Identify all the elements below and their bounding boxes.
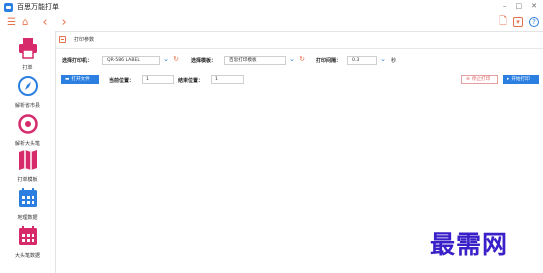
printer-label: 选择打印机： bbox=[62, 58, 93, 64]
template-select[interactable]: 百思打印模板 ⌄ ↻ bbox=[224, 56, 305, 65]
home-icon[interactable]: ⌂ bbox=[22, 17, 28, 28]
help-icon[interactable]: ? bbox=[529, 17, 539, 27]
interval-value: 0.3 bbox=[352, 58, 360, 63]
open-file-button[interactable]: ▬ 打开文件 bbox=[61, 75, 99, 84]
sidebar-item-label: 解析省市县 bbox=[14, 103, 40, 109]
sidebar-item-label: 地理数据 bbox=[17, 215, 38, 221]
end-position-label: 结束位置： bbox=[178, 78, 204, 84]
current-position-label: 当前位置： bbox=[109, 78, 135, 84]
panel-header: 打印参数 bbox=[59, 36, 94, 43]
watermark-text: 最需网 bbox=[430, 230, 509, 259]
stop-print-button[interactable]: ⊖ 停止打印 bbox=[461, 75, 498, 84]
sidebar-item-label: 打单模板 bbox=[17, 177, 38, 183]
sidebar-divider bbox=[55, 31, 56, 273]
refresh-icon[interactable]: ↻ bbox=[299, 56, 305, 63]
map-icon bbox=[18, 150, 37, 170]
printer-select[interactable]: QR-586 LABEL ⌄ ↻ bbox=[102, 56, 179, 65]
open-file-label: 打开文件 bbox=[71, 77, 90, 82]
current-position-input[interactable]: 1 bbox=[142, 75, 174, 84]
compass-icon bbox=[17, 76, 38, 96]
stop-print-label: 停止打印 bbox=[471, 77, 491, 82]
template-value: 百思打印模板 bbox=[229, 58, 257, 63]
main-top-border bbox=[55, 31, 543, 32]
sidebar-item-print[interactable]: 打单 bbox=[0, 37, 55, 71]
maximize-button[interactable]: □ bbox=[516, 2, 523, 10]
sidebar-item-parse-bigpen[interactable]: 解析大头笔 bbox=[0, 113, 55, 147]
sidebar-item-label: 大头笔数据 bbox=[14, 253, 40, 259]
interval-label: 打印间隔： bbox=[316, 58, 342, 64]
calendar-icon bbox=[18, 188, 37, 207]
start-print-label: 开始打印 bbox=[511, 77, 530, 82]
template-label: 选择模板： bbox=[191, 58, 217, 64]
app-logo-icon bbox=[4, 2, 13, 12]
forward-icon[interactable]: › bbox=[62, 16, 67, 29]
sidebar-item-label: 打单 bbox=[22, 65, 33, 71]
start-print-button[interactable]: ▸ 开始打印 bbox=[503, 75, 539, 84]
stop-icon: ⊖ bbox=[466, 77, 470, 82]
sidebar-item-label: 解析大头笔 bbox=[14, 141, 40, 147]
sidebar-item-bigpen-data[interactable]: 大头笔数据 bbox=[0, 225, 55, 259]
target-icon bbox=[17, 114, 38, 134]
dropdown-icon[interactable]: ▾ bbox=[513, 17, 523, 27]
calendar-icon bbox=[18, 226, 37, 245]
document-icon[interactable]: 🗋 bbox=[499, 17, 507, 27]
refresh-icon[interactable]: ↻ bbox=[173, 56, 179, 63]
chevron-down-icon[interactable]: ⌄ bbox=[380, 56, 386, 63]
menu-icon[interactable]: ☰ bbox=[7, 17, 16, 28]
close-button[interactable]: ✕ bbox=[531, 2, 537, 10]
title-bar: 百思万能打单 – □ ✕ bbox=[0, 0, 543, 14]
sidebar-item-geo-data[interactable]: 地理数据 bbox=[0, 187, 55, 221]
sidebar-item-parse-region[interactable]: 解析省市县 bbox=[0, 75, 55, 109]
window-controls: – □ ✕ bbox=[503, 2, 537, 10]
chevron-down-icon[interactable]: ⌄ bbox=[289, 56, 295, 63]
back-icon[interactable]: ‹ bbox=[42, 16, 47, 29]
sidebar-item-template[interactable]: 打单模板 bbox=[0, 149, 55, 183]
printer-value: QR-586 LABEL bbox=[107, 58, 140, 63]
interval-unit: 秒 bbox=[391, 58, 397, 64]
sidebar: 打单 解析省市县 解析大头笔 打单模板 地理数据 大头笔数据 bbox=[0, 31, 55, 273]
folder-icon: ▬ bbox=[65, 77, 70, 82]
panel-title: 打印参数 bbox=[74, 37, 95, 43]
panel-icon bbox=[59, 36, 66, 43]
chevron-down-icon[interactable]: ⌄ bbox=[163, 56, 169, 63]
minimize-button[interactable]: – bbox=[503, 2, 507, 10]
interval-select[interactable]: 0.3 ⌄ bbox=[347, 56, 386, 65]
toolbar: ☰ ⌂ ‹ › 🗋 ▾ ? bbox=[0, 14, 543, 31]
end-position-input[interactable]: 1 bbox=[211, 75, 244, 84]
printer-icon bbox=[18, 38, 37, 59]
app-title: 百思万能打单 bbox=[17, 3, 59, 11]
panel-header-divider bbox=[56, 48, 543, 49]
play-icon: ▸ bbox=[507, 77, 510, 82]
